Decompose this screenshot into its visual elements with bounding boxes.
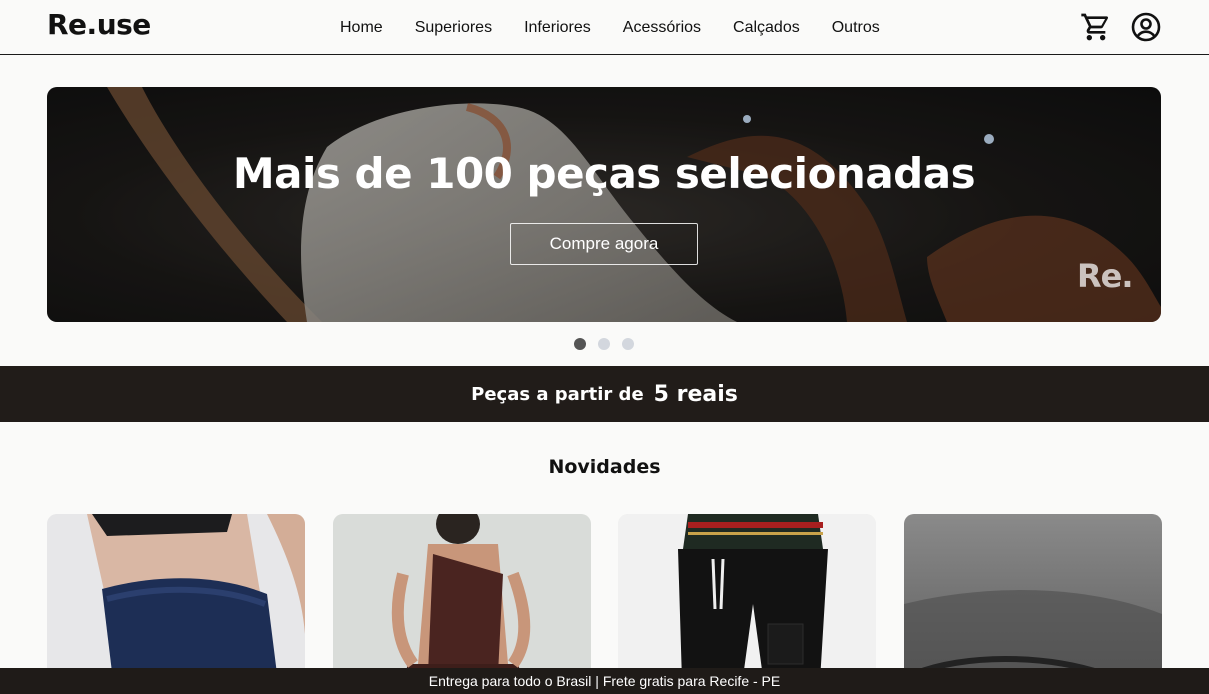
- product-card[interactable]: [47, 514, 305, 694]
- product-card[interactable]: [618, 514, 876, 694]
- promo-highlight: 5 reais: [653, 381, 738, 407]
- main-nav: Home Superiores Inferiores Acessórios Ca…: [340, 18, 880, 38]
- product-card[interactable]: [333, 514, 591, 694]
- cart-icon[interactable]: [1080, 11, 1112, 43]
- nav-acessorios[interactable]: Acessórios: [623, 18, 701, 38]
- logo[interactable]: Re.use: [47, 8, 151, 41]
- hero-banner: Mais de 100 peças selecionadas Compre ag…: [47, 87, 1161, 322]
- carousel-dots: [574, 338, 634, 350]
- shop-now-button[interactable]: Compre agora: [510, 223, 698, 265]
- carousel-dot-3[interactable]: [622, 338, 634, 350]
- shipping-notice-bar: Entrega para todo o Brasil | Frete grati…: [0, 668, 1209, 694]
- navy-shorts-photo: [47, 514, 305, 694]
- nav-home[interactable]: Home: [340, 18, 383, 38]
- black-cargo-pants-photo: [618, 514, 876, 694]
- product-card[interactable]: [904, 514, 1162, 694]
- brown-one-shoulder-dress-photo: [333, 514, 591, 694]
- nav-superiores[interactable]: Superiores: [415, 18, 492, 38]
- carousel-dot-2[interactable]: [598, 338, 610, 350]
- site-header: Re.use Home Superiores Inferiores Acessó…: [0, 0, 1209, 55]
- hero-background-image: [47, 87, 1161, 322]
- nav-calcados[interactable]: Calçados: [733, 18, 800, 38]
- carousel-dot-1[interactable]: [574, 338, 586, 350]
- account-icon[interactable]: [1130, 11, 1162, 43]
- promo-strip: Peças a partir de 5 reais: [0, 366, 1209, 422]
- nav-inferiores[interactable]: Inferiores: [524, 18, 591, 38]
- hero-title: Mais de 100 peças selecionadas: [232, 149, 976, 198]
- gray-fabric-item-photo: [904, 514, 1162, 694]
- promo-prefix: Peças a partir de: [471, 383, 644, 405]
- hero-logo-watermark: Re.: [1077, 257, 1133, 295]
- section-title-novidades: Novidades: [548, 456, 661, 478]
- nav-outros[interactable]: Outros: [832, 18, 880, 38]
